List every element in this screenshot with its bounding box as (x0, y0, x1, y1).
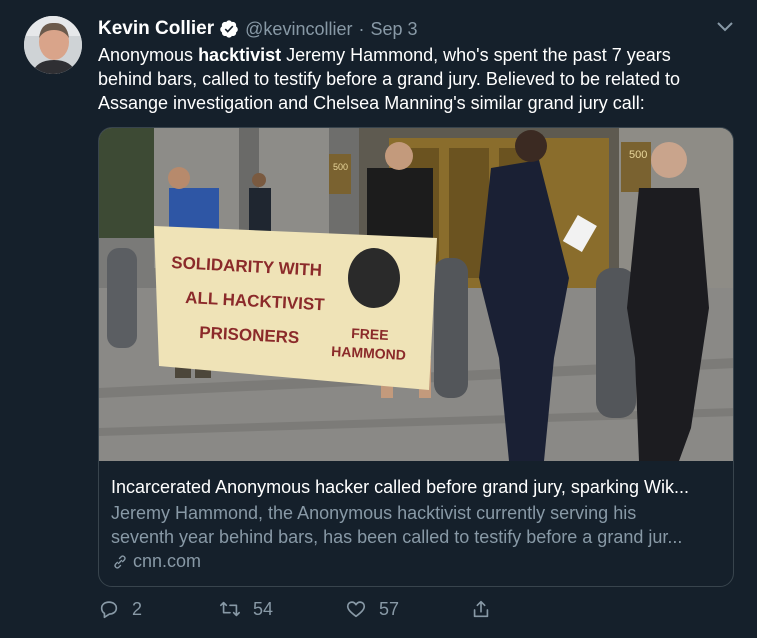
tweet-text-part: Anonymous (98, 45, 199, 65)
card-image[interactable]: 500 500 SOLIDARITY WITH ALL HACKTIVIST P… (99, 128, 733, 461)
tweet-date[interactable]: Sep 3 (370, 19, 417, 40)
retweet-count: 54 (253, 598, 274, 619)
retweet-icon (220, 601, 240, 617)
author-name[interactable]: Kevin Collier (98, 18, 214, 40)
avatar[interactable] (24, 16, 82, 74)
reply-count: 2 (132, 598, 143, 619)
banner-free: FREE (351, 325, 389, 343)
share-icon (473, 600, 489, 618)
reply-icon (100, 601, 118, 619)
tweet[interactable]: Kevin Collier @kevincollier · Sep 3 Anon… (0, 0, 757, 638)
image-building-number: 500 (333, 162, 348, 172)
reply-button[interactable]: 2 (98, 598, 142, 620)
like-button[interactable]: 57 (345, 598, 399, 620)
tweet-text-bold: hacktivist (198, 45, 282, 65)
verified-icon (219, 19, 239, 39)
like-icon (346, 601, 366, 618)
author-handle[interactable]: @kevincollier (245, 19, 352, 40)
link-card[interactable]: 500 500 SOLIDARITY WITH ALL HACKTIVIST P… (98, 127, 734, 587)
card-description-line: Jeremy Hammond, the Anonymous hacktivist… (111, 503, 637, 523)
like-count: 57 (379, 598, 400, 619)
share-button[interactable] (470, 598, 504, 620)
card-description-line: seventh year behind bars, has been calle… (111, 527, 683, 547)
chevron-down-icon[interactable] (716, 20, 734, 34)
action-bar: 2 54 57 (98, 598, 518, 626)
card-domain: cnn.com (111, 551, 201, 572)
image-building-number: 500 (629, 149, 647, 161)
card-domain-text: cnn.com (133, 551, 202, 571)
tweet-text: Anonymous hacktivist Jeremy Hammond, who… (98, 43, 718, 115)
card-info[interactable]: Incarcerated Anonymous hacker called bef… (99, 462, 733, 586)
tweet-header: Kevin Collier @kevincollier · Sep 3 (98, 17, 418, 41)
separator-dot: · (358, 18, 365, 39)
card-title: Incarcerated Anonymous hacker called bef… (111, 477, 689, 497)
link-icon (111, 553, 129, 571)
card-description: Jeremy Hammond, the Anonymous hacktivist… (111, 501, 721, 549)
retweet-button[interactable]: 54 (219, 598, 273, 620)
